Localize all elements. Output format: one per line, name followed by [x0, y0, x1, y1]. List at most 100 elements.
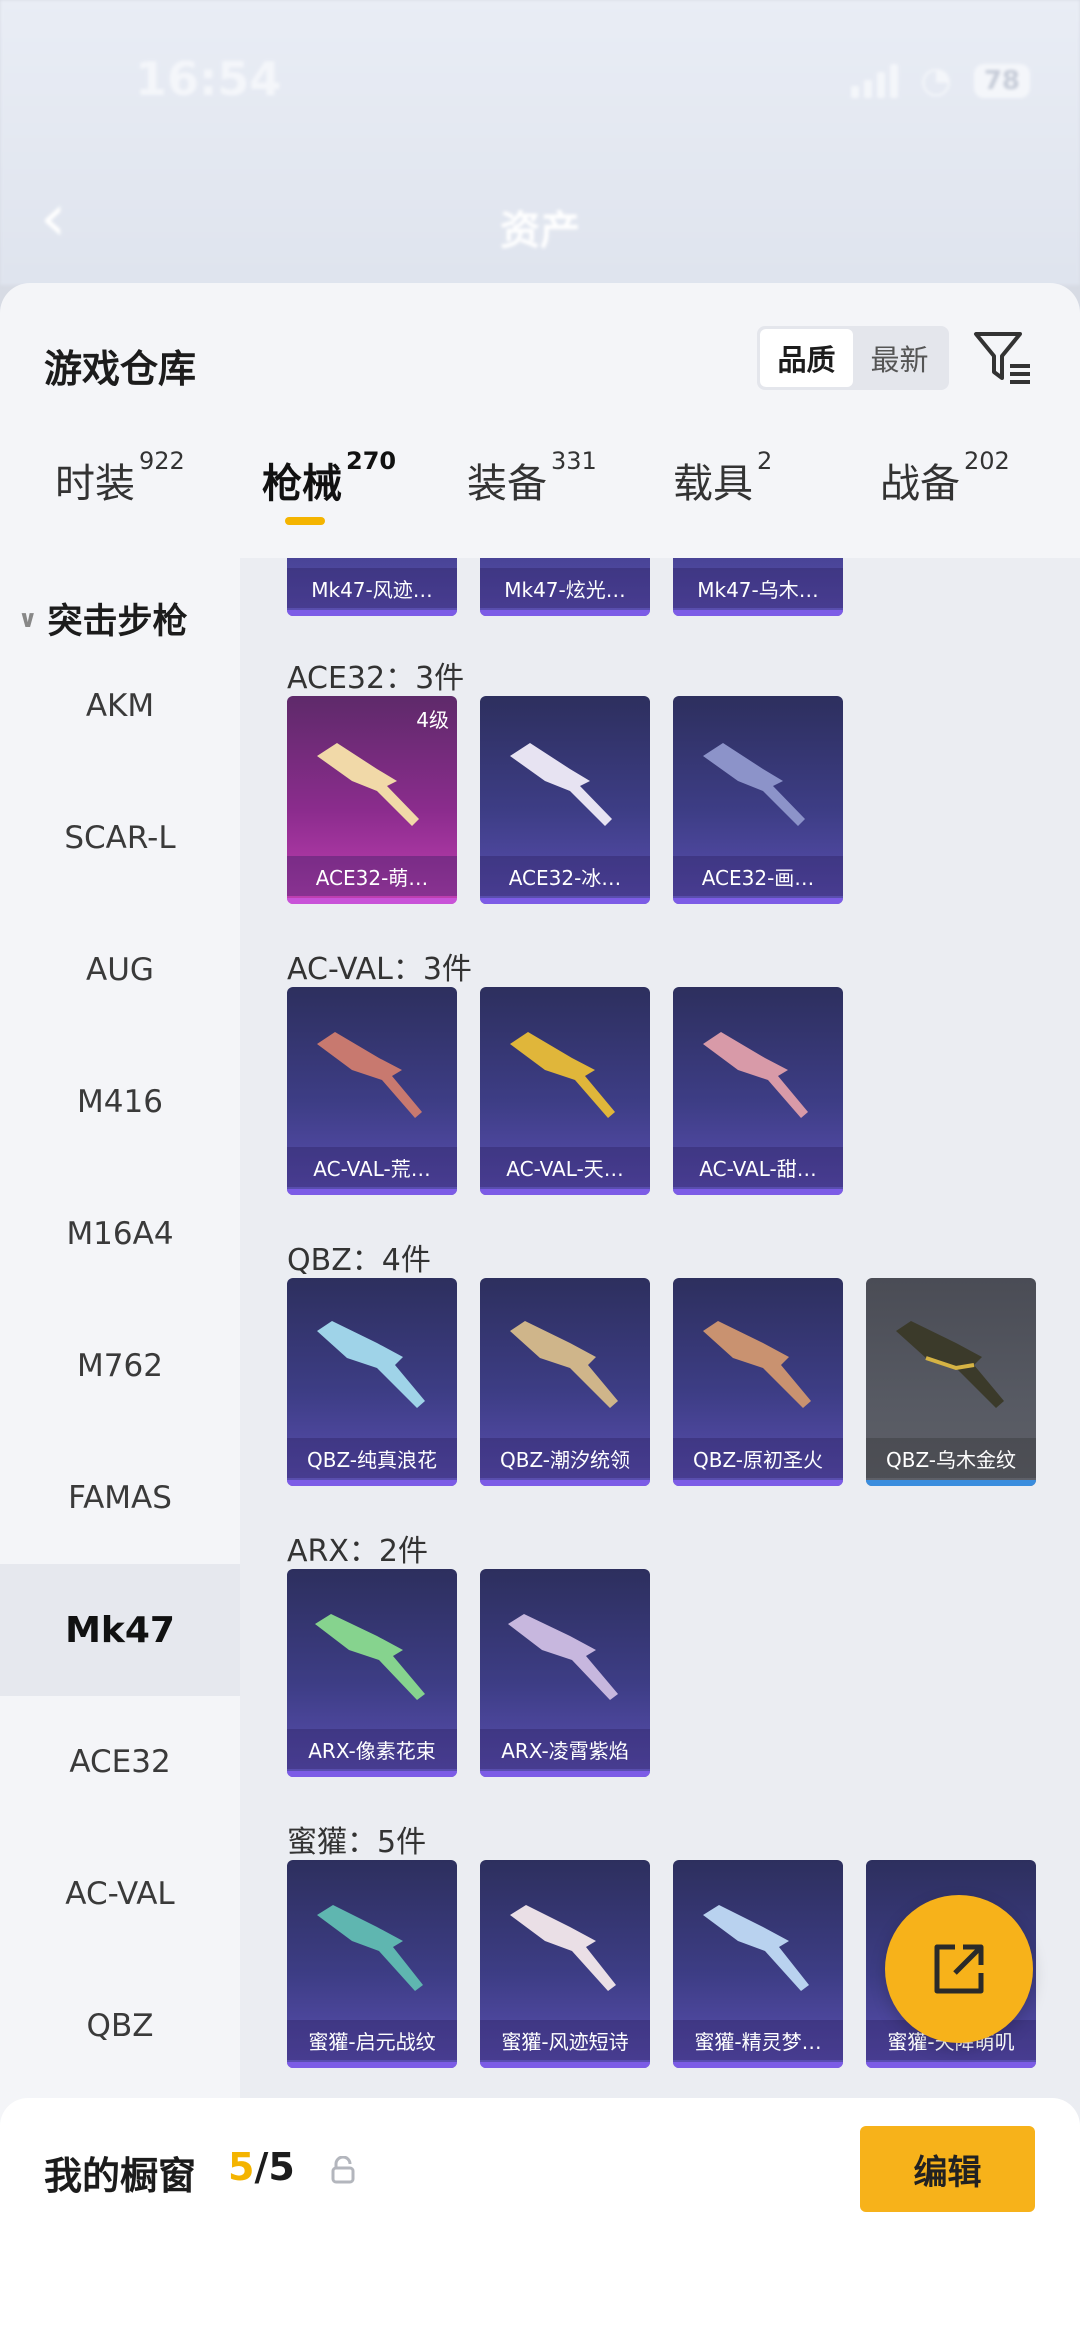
external-link-icon — [934, 1944, 984, 1994]
sort-toggle: 品质 最新 — [757, 326, 949, 390]
sidebar-item-aug[interactable]: AUG — [0, 904, 240, 1036]
status-time: 16:54 — [135, 52, 282, 106]
share-floating-button[interactable] — [885, 1895, 1033, 2043]
skin-name: ARX-像素花束 — [287, 1729, 457, 1769]
showcase-bar: 我的橱窗 5/5 编辑 — [0, 2098, 1080, 2341]
showcase-count: 5/5 — [228, 2145, 295, 2189]
group-label-arx: ARX：2件 — [287, 1534, 429, 1569]
sidebar-item-m762[interactable]: M762 — [0, 1300, 240, 1432]
tab-supplies[interactable]: 战备 202 — [880, 447, 1010, 509]
skin-name: AC-VAL-天… — [480, 1147, 650, 1187]
sort-option-quality[interactable]: 品质 — [760, 329, 853, 387]
tab-fashion[interactable]: 时装 922 — [55, 447, 185, 509]
skin-name: AC-VAL-荒… — [287, 1147, 457, 1187]
skin-name: QBZ-乌木金纹 — [866, 1438, 1036, 1478]
wifi-icon: ◔ — [920, 60, 952, 101]
gun-icon — [510, 1032, 615, 1118]
gun-icon — [703, 1032, 808, 1118]
gun-icon — [317, 1905, 423, 1991]
skin-name: 蜜獾-精灵梦… — [673, 2020, 843, 2060]
gun-icon — [703, 1321, 811, 1408]
skin-name: QBZ-纯真浪花 — [287, 1438, 457, 1478]
status-icons: ◔ 78 — [851, 60, 1030, 101]
skin-card[interactable]: Mk47-乌木… — [673, 558, 843, 616]
gun-icon — [317, 743, 419, 826]
skin-name: Mk47-风迹… — [287, 568, 457, 608]
tier-badge: 4级 — [416, 708, 449, 732]
showcase-label: 我的橱窗 — [44, 2154, 197, 2198]
gun-icon — [703, 743, 805, 826]
skin-name: ARX-凌霄紫焰 — [480, 1729, 650, 1769]
skin-card[interactable]: 蜜獾-精灵梦… — [673, 1860, 843, 2068]
sidebar-group-assault-rifles[interactable]: ∨ 突击步枪 — [18, 593, 188, 644]
skin-card[interactable]: 4级 ACE32-萌… — [287, 696, 457, 904]
sidebar-item-ac-val[interactable]: AC-VAL — [0, 1828, 240, 1960]
weapon-type-sidebar: ∨ 突击步枪 AKM SCAR-L AUG M416 M16A4 M762 FA… — [0, 558, 240, 2341]
skin-name: QBZ-原初圣火 — [673, 1438, 843, 1478]
chevron-down-icon: ∨ — [18, 604, 38, 633]
sheet-title: 游戏仓库 — [44, 347, 197, 391]
gun-icon — [315, 1614, 425, 1700]
skin-name: ACE32-萌… — [287, 856, 457, 896]
lock-icon — [331, 2156, 355, 2184]
skin-name: QBZ-潮汐统领 — [480, 1438, 650, 1478]
skin-name: Mk47-乌木… — [673, 568, 843, 608]
sort-option-newest[interactable]: 最新 — [853, 329, 946, 387]
skin-name: AC-VAL-甜… — [673, 1147, 843, 1187]
skin-card[interactable]: 蜜獾-风迹短诗 — [480, 1860, 650, 2068]
skin-card[interactable]: Mk47-风迹… — [287, 558, 457, 616]
active-tab-indicator — [285, 517, 325, 525]
skin-card[interactable]: QBZ-潮汐统领 — [480, 1278, 650, 1486]
sidebar-item-qbz[interactable]: QBZ — [0, 1960, 240, 2092]
gun-icon — [703, 1905, 809, 1991]
background-page-header: 16:54 ◔ 78 ‹ 资产 — [0, 0, 1080, 285]
skin-name: Mk47-炫光… — [480, 568, 650, 608]
sidebar-item-mk47[interactable]: Mk47 — [0, 1564, 240, 1696]
skin-name: 蜜獾-启元战纹 — [287, 2020, 457, 2060]
skin-card[interactable]: ACE32-冰… — [480, 696, 650, 904]
skin-card[interactable]: QBZ-原初圣火 — [673, 1278, 843, 1486]
tab-vehicles[interactable]: 载具 2 — [673, 447, 772, 509]
skin-card[interactable]: ACE32-画… — [673, 696, 843, 904]
edit-button[interactable]: 编辑 — [860, 2126, 1035, 2212]
gun-icon — [510, 743, 612, 826]
group-label-qbz: QBZ：4件 — [287, 1243, 431, 1278]
gun-icon — [510, 1905, 616, 1991]
tab-equipment[interactable]: 装备 331 — [467, 447, 597, 509]
skin-name: ACE32-冰… — [480, 856, 650, 896]
sidebar-group-label: 突击步枪 — [47, 602, 188, 642]
sidebar-item-m16a4[interactable]: M16A4 — [0, 1168, 240, 1300]
skin-card[interactable]: Mk47-炫光… — [480, 558, 650, 616]
sidebar-item-ace32[interactable]: ACE32 — [0, 1696, 240, 1828]
tab-weapons[interactable]: 枪械 270 — [262, 447, 396, 509]
category-tabs: 时装 922 枪械 270 装备 331 载具 2 战备 202 — [0, 433, 1080, 533]
gun-icon — [317, 1032, 422, 1118]
sidebar-item-scar-l[interactable]: SCAR-L — [0, 772, 240, 904]
skin-name: 蜜獾-风迹短诗 — [480, 2020, 650, 2060]
skin-card[interactable]: AC-VAL-甜… — [673, 987, 843, 1195]
group-label-ace32: ACE32：3件 — [287, 661, 465, 696]
gun-icon — [508, 1614, 618, 1700]
game-warehouse-sheet: 游戏仓库 品质 最新 时装 922 枪械 270 装备 331 载具 2 战备 202 ∨… — [0, 283, 1080, 2341]
background-page-title: 资产 — [500, 208, 580, 254]
sidebar-item-akm[interactable]: AKM — [0, 640, 240, 772]
weapon-skin-grid: Mk47-风迹… Mk47-炫光… Mk47-乌木… ACE32：3件 4级 A… — [240, 558, 1080, 2341]
sidebar-item-m416[interactable]: M416 — [0, 1036, 240, 1168]
gun-icon — [510, 1321, 618, 1408]
gun-icon — [317, 1321, 425, 1408]
skin-card[interactable]: AC-VAL-荒… — [287, 987, 457, 1195]
skin-card[interactable]: ARX-像素花束 — [287, 1569, 457, 1777]
skin-card[interactable]: 蜜獾-启元战纹 — [287, 1860, 457, 2068]
skin-card[interactable]: AC-VAL-天… — [480, 987, 650, 1195]
skin-name: ACE32-画… — [673, 856, 843, 896]
battery-indicator: 78 — [973, 63, 1030, 98]
skin-card[interactable]: ARX-凌霄紫焰 — [480, 1569, 650, 1777]
skin-card[interactable]: QBZ-乌木金纹 — [866, 1278, 1036, 1486]
signal-icon — [851, 63, 899, 98]
gun-icon — [896, 1321, 1004, 1408]
group-label-ac-val: AC-VAL：3件 — [287, 952, 472, 987]
filter-icon[interactable] — [972, 328, 1034, 388]
skin-card[interactable]: QBZ-纯真浪花 — [287, 1278, 457, 1486]
group-label-honey-badger: 蜜獾：5件 — [287, 1825, 427, 1860]
sidebar-item-famas[interactable]: FAMAS — [0, 1432, 240, 1564]
